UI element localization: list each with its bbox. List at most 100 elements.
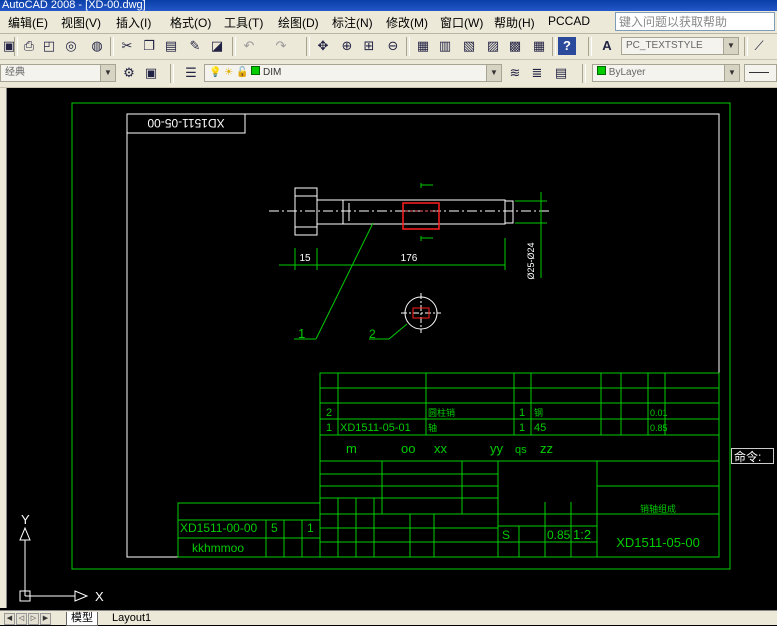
tool-palettes-icon[interactable]: ▧ bbox=[460, 37, 478, 55]
help-search-input[interactable]: 键入问题以获取帮助 bbox=[615, 12, 775, 31]
title-drawing-no: XD1511-05-00 bbox=[616, 535, 700, 550]
bom-header-2: xx bbox=[434, 441, 448, 456]
zoom-previous-icon[interactable]: ⊖ bbox=[384, 37, 402, 55]
linetype-dropdown[interactable] bbox=[744, 64, 777, 82]
left-block-code: XD1511-00-00 bbox=[180, 521, 257, 535]
3d-dwf-icon[interactable]: ◍ bbox=[88, 37, 106, 55]
plot-preview-icon[interactable]: ◰ bbox=[40, 37, 58, 55]
match-properties-icon[interactable]: ✎ bbox=[186, 37, 204, 55]
color-dropdown[interactable]: ByLayer ▼ bbox=[592, 64, 740, 82]
bom-row-1-name: 轴 bbox=[428, 422, 437, 433]
first-tab-icon[interactable]: ◀ bbox=[4, 613, 15, 625]
plot-icon[interactable]: ⎙ bbox=[20, 37, 38, 55]
menu-edit[interactable]: 编辑(E) bbox=[8, 14, 48, 31]
menu-dimension[interactable]: 标注(N) bbox=[332, 14, 373, 31]
menu-insert[interactable]: 插入(I) bbox=[116, 14, 151, 31]
bom-row-2-weight: 0.01 bbox=[650, 408, 668, 418]
menu-view[interactable]: 视图(V) bbox=[61, 14, 101, 31]
layer-manager-icon[interactable]: ☰ bbox=[182, 64, 200, 82]
design-center-icon[interactable]: ▥ bbox=[436, 37, 454, 55]
pan-icon[interactable]: ✥ bbox=[314, 37, 332, 55]
window-title: AutoCAD 2008 - [XD-00.dwg] bbox=[2, 0, 146, 11]
copy-icon[interactable]: ❐ bbox=[140, 37, 158, 55]
workspace-dropdown[interactable]: 经典 ▼ bbox=[0, 64, 116, 82]
chevron-down-icon: ▼ bbox=[486, 65, 501, 81]
drawing-area[interactable]: XD1511-05-00 15 176 Ø25-Ø24 1 2 2 圆柱销 1 … bbox=[7, 88, 777, 610]
menu-tools[interactable]: 工具(T) bbox=[224, 14, 263, 31]
toolbar-separator bbox=[170, 64, 174, 83]
zoom-realtime-icon[interactable]: ⊕ bbox=[338, 37, 356, 55]
bom-row-2-name: 圆柱销 bbox=[428, 407, 455, 418]
prev-tab-icon[interactable]: ◁ bbox=[16, 613, 27, 625]
toolbar-separator bbox=[552, 37, 556, 56]
bom-row-1-no: 1 bbox=[326, 422, 332, 434]
left-block-count: 1 bbox=[307, 521, 314, 535]
drawing-svg: XD1511-05-00 15 176 Ø25-Ø24 1 2 2 圆柱销 1 … bbox=[19, 102, 731, 604]
cut-icon[interactable]: ✂ bbox=[118, 37, 136, 55]
layout-tabbar: ◀ ◁ ▷ ▶ 模型 Layout1 bbox=[0, 610, 777, 626]
ucs-x-label: X bbox=[95, 589, 104, 604]
inner-sheet-border bbox=[126, 113, 720, 558]
balloon-1: 1 bbox=[298, 326, 305, 341]
title-stage: S bbox=[502, 528, 510, 542]
dim-length-label: 176 bbox=[401, 253, 418, 264]
toolbar-separator bbox=[588, 37, 592, 56]
block-editor-icon[interactable]: ◪ bbox=[208, 37, 226, 55]
toolbar-separator bbox=[744, 37, 748, 56]
menu-draw[interactable]: 绘图(D) bbox=[278, 14, 319, 31]
lock-icon: 🔓 bbox=[235, 67, 249, 78]
layers-toolbar: 经典 ▼ ⚙ ▣ ☰ 💡 ☀ 🔓 DIM ▼ ≋ ≣ ▤ ByLayer ▼ bbox=[0, 60, 777, 88]
layer-previous-icon[interactable]: ≣ bbox=[528, 64, 546, 82]
next-tab-icon[interactable]: ▷ bbox=[28, 613, 39, 625]
left-dock-strip bbox=[0, 88, 7, 608]
toolbar-separator bbox=[14, 37, 18, 56]
part-code-top: XD1511-05-00 bbox=[147, 116, 224, 130]
command-line-label[interactable]: 命令: bbox=[731, 448, 774, 464]
pin-hole bbox=[402, 202, 440, 230]
zoom-window-icon[interactable]: ⊞ bbox=[360, 37, 378, 55]
title-drawing-name: 销轴组成 bbox=[640, 503, 676, 514]
layer-dropdown[interactable]: 💡 ☀ 🔓 DIM ▼ bbox=[204, 64, 502, 82]
layer-states-icon[interactable]: ▤ bbox=[552, 64, 570, 82]
menu-pccad[interactable]: PCCAD bbox=[548, 14, 590, 28]
publish-icon[interactable]: ◎ bbox=[62, 37, 80, 55]
redo-icon[interactable]: ↷ bbox=[272, 37, 290, 55]
undo-icon[interactable]: ↶ bbox=[240, 37, 258, 55]
bom-header-4: qs bbox=[515, 444, 527, 456]
toolbar-separator bbox=[232, 37, 236, 56]
tab-layout1[interactable]: Layout1 bbox=[108, 612, 155, 625]
properties-icon[interactable]: ▦ bbox=[414, 37, 432, 55]
calculator-icon[interactable]: ▦ bbox=[530, 37, 548, 55]
paste-icon[interactable]: ▤ bbox=[162, 37, 180, 55]
linetype-preview bbox=[749, 71, 769, 73]
color-swatch bbox=[597, 66, 606, 75]
text-style-icon[interactable]: A bbox=[598, 37, 616, 55]
menu-window[interactable]: 窗口(W) bbox=[440, 14, 483, 31]
menu-format[interactable]: 格式(O) bbox=[170, 14, 211, 31]
title-weight: 0.85 bbox=[547, 528, 571, 542]
layer-color-swatch bbox=[251, 66, 261, 75]
menu-modify[interactable]: 修改(M) bbox=[386, 14, 428, 31]
workspace-settings-icon[interactable]: ⚙ bbox=[120, 64, 138, 82]
make-current-layer-icon[interactable]: ≋ bbox=[506, 64, 524, 82]
toolbar-separator bbox=[306, 37, 310, 56]
leader-line-2 bbox=[388, 323, 408, 340]
toolbar-separator bbox=[110, 37, 114, 56]
ucs-y-label: Y bbox=[21, 512, 30, 527]
bom-row-1-material: 45 bbox=[534, 422, 546, 434]
outer-sheet-border bbox=[71, 102, 731, 570]
standard-toolbar: ▣ ⎙ ◰ ◎ ◍ ✂ ❐ ▤ ✎ ◪ ↶ ↷ ✥ ⊕ ⊞ ⊖ ▦ ▥ ▧ ▨ … bbox=[0, 34, 777, 60]
text-style-dropdown[interactable]: PC_TEXTSTYLE ▼ bbox=[621, 37, 739, 55]
chevron-down-icon: ▼ bbox=[724, 65, 739, 81]
color-value: ByLayer bbox=[608, 67, 646, 78]
bom-row-1-code: XD1511-05-01 bbox=[340, 422, 411, 434]
markup-icon[interactable]: ▩ bbox=[506, 37, 524, 55]
dim-style-icon[interactable]: ⟋ bbox=[750, 37, 768, 55]
chevron-down-icon: ▼ bbox=[723, 38, 738, 54]
help-icon[interactable]: ? bbox=[558, 37, 576, 55]
menu-help[interactable]: 帮助(H) bbox=[494, 14, 535, 31]
my-workspace-icon[interactable]: ▣ bbox=[142, 64, 160, 82]
leader-line-1 bbox=[315, 222, 374, 340]
last-tab-icon[interactable]: ▶ bbox=[40, 613, 51, 625]
sheet-set-icon[interactable]: ▨ bbox=[484, 37, 502, 55]
